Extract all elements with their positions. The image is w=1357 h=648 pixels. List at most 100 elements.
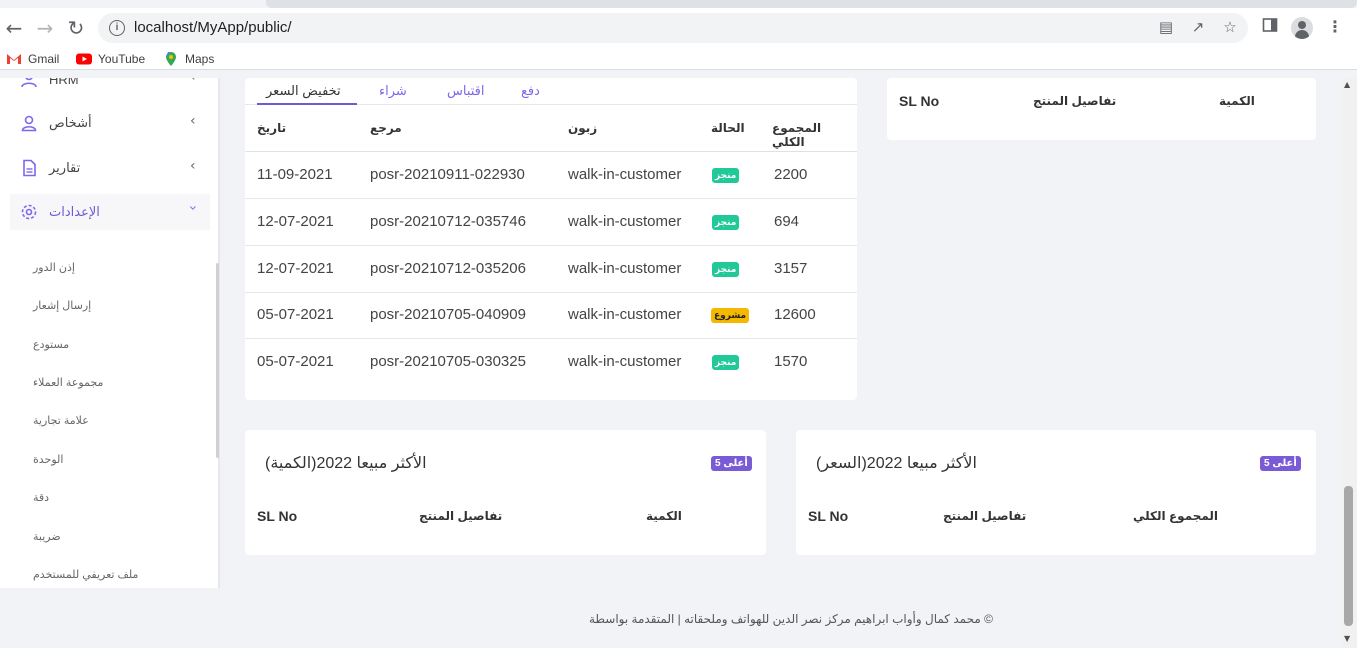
column-header-product-details: تفاصيل المنتج	[943, 509, 1027, 523]
tab-quotation[interactable]: اقتباس	[447, 83, 485, 99]
best-seller-quantity-card: الأكثر مبيعا 2022(الكمية) أعلى 5 SL No ت…	[245, 430, 766, 555]
top-five-badge: أعلى 5	[711, 456, 752, 471]
sidebar-item-label: الإعدادات	[49, 204, 100, 219]
bookmark-label: Gmail	[28, 52, 60, 66]
page-footer: محمد كمال وأواب ابراهيم مركز نصر الدين ل…	[589, 612, 993, 626]
cell-reference: posr-20210712-035746	[370, 213, 526, 230]
status-badge: منجز	[712, 168, 740, 183]
cell-grand-total: 1570	[774, 353, 808, 370]
scroll-down-arrow-icon[interactable]: ▼	[1344, 634, 1350, 643]
column-header-grand-total: المجموع الكلي	[1133, 509, 1219, 523]
tab-sale[interactable]: تخفيض السعر	[266, 83, 341, 99]
table-row: 12-07-2021 posr-20210712-035746 walk-in-…	[245, 199, 857, 246]
forward-arrow-icon[interactable]: →	[33, 16, 57, 40]
url-text[interactable]: localhost/MyApp/public/	[134, 19, 292, 36]
chevron-left-icon: ‹	[190, 158, 196, 174]
top-products-card: SL No تفاصيل المنتج الكمية	[887, 78, 1316, 140]
maps-icon	[166, 52, 176, 66]
cell-grand-total: 2200	[774, 166, 808, 183]
site-info-icon[interactable]: i	[109, 20, 125, 36]
column-header-quantity: الكمية	[1219, 94, 1255, 108]
back-arrow-icon[interactable]: ←	[2, 16, 26, 40]
submenu-item-customer-group[interactable]: مجموعة العملاء	[33, 376, 103, 389]
submenu-item-warehouse[interactable]: مستودع	[33, 338, 69, 351]
submenu-item-send-notification[interactable]: إرسال إشعار	[33, 299, 91, 312]
sidebar-item-people[interactable]: أشخاص ‹	[10, 105, 210, 141]
cell-customer: walk-in-customer	[568, 306, 682, 323]
user-icon	[21, 115, 37, 132]
sidebar-item-label: أشخاص	[49, 115, 92, 130]
scrollbar-thumb[interactable]	[1344, 486, 1353, 626]
cell-grand-total: 12600	[774, 306, 816, 323]
cell-customer: walk-in-customer	[568, 213, 682, 230]
cell-reference: posr-20210911-022930	[370, 166, 525, 183]
column-header-date: تاريخ	[257, 121, 287, 135]
share-icon[interactable]: ↗	[1188, 19, 1208, 37]
column-header-product-details: تفاصيل المنتج	[419, 509, 503, 523]
cell-customer: walk-in-customer	[568, 166, 682, 183]
status-badge: منجز	[712, 355, 740, 370]
scroll-up-arrow-icon[interactable]: ▲	[1344, 80, 1350, 89]
cell-customer: walk-in-customer	[568, 353, 682, 370]
gmail-icon	[7, 54, 21, 64]
sidebar-item-reports[interactable]: تقارير ‹	[10, 150, 210, 186]
cell-reference: posr-20210712-035206	[370, 260, 526, 277]
menu-kebab-icon[interactable]: ⋮	[1324, 17, 1346, 39]
page-scrollbar[interactable]: ▲ ▼	[1341, 78, 1357, 648]
translate-icon[interactable]: ▤	[1156, 19, 1176, 37]
table-row: 05-07-2021 posr-20210705-030325 walk-in-…	[245, 339, 857, 386]
column-header-sl-no: SL No	[808, 508, 849, 524]
cell-date: 12-07-2021	[257, 213, 334, 230]
card-title: الأكثر مبيعا 2022(الكمية)	[265, 455, 427, 472]
sidebar: HRM ‹ أشخاص ‹ تقارير ‹ الإعدادات ‹ إذن ا…	[0, 78, 220, 588]
cell-reference: posr-20210705-040909	[370, 306, 526, 323]
column-header-product-details: تفاصيل المنتج	[1033, 94, 1117, 108]
sidebar-item-settings[interactable]: الإعدادات ‹	[10, 194, 210, 230]
submenu-item-tax[interactable]: ضريبة	[33, 530, 61, 543]
column-header-status: الحالة	[711, 121, 745, 135]
column-header-sl-no: SL No	[257, 508, 298, 524]
bookmark-star-icon[interactable]: ☆	[1220, 19, 1240, 37]
status-badge: منجز	[712, 215, 740, 230]
cell-reference: posr-20210705-030325	[370, 353, 526, 370]
table-row: 12-07-2021 posr-20210712-035206 walk-in-…	[245, 246, 857, 293]
bookmark-maps[interactable]: Maps	[163, 51, 214, 67]
chevron-left-icon: ‹	[190, 78, 196, 85]
chevron-left-icon: ‹	[190, 113, 196, 129]
status-badge: مشروع	[711, 308, 750, 323]
cell-date: 05-07-2021	[257, 353, 334, 370]
bookmark-label: Maps	[185, 52, 215, 66]
best-seller-price-card: الأكثر مبيعا 2022(السعر) أعلى 5 SL No تف…	[796, 430, 1316, 555]
bookmark-label: YouTube	[98, 52, 146, 66]
tab-purchase[interactable]: شراء	[379, 83, 407, 99]
submenu-item-user-profile[interactable]: ملف تعريفي للمستخدم	[33, 568, 138, 581]
submenu-item-brand[interactable]: علامة تجارية	[33, 414, 89, 427]
active-tab-indicator	[257, 103, 357, 105]
table-row: 05-07-2021 posr-20210705-040909 walk-in-…	[245, 292, 857, 339]
submenu-item-precision[interactable]: دقة	[33, 491, 49, 504]
sidebar-scrollbar[interactable]	[216, 263, 219, 458]
bookmark-youtube[interactable]: YouTube	[76, 51, 145, 67]
cell-date: 05-07-2021	[257, 306, 334, 323]
tab-payment[interactable]: دفع	[521, 83, 540, 99]
side-panel-icon[interactable]	[1259, 17, 1281, 39]
card-title: الأكثر مبيعا 2022(السعر)	[816, 455, 977, 472]
cell-grand-total: 3157	[774, 260, 808, 277]
cell-date: 11-09-2021	[257, 166, 333, 183]
column-header-reference: مرجع	[370, 121, 402, 135]
sidebar-item-hrm[interactable]: HRM ‹	[10, 78, 210, 97]
browser-toolbar: ← → ↻ i localhost/MyApp/public/ ▤ ↗ ☆ ⋮	[0, 8, 1357, 48]
submenu-item-role-permission[interactable]: إذن الدور	[33, 261, 75, 274]
page-viewport: HRM ‹ أشخاص ‹ تقارير ‹ الإعدادات ‹ إذن ا…	[0, 78, 1357, 648]
profile-avatar-icon[interactable]	[1291, 17, 1313, 39]
sidebar-item-label: تقارير	[49, 160, 81, 175]
address-bar[interactable]: i localhost/MyApp/public/ ▤ ↗ ☆	[98, 13, 1248, 43]
table-row: 11-09-2021 posr-20210911-022930 walk-in-…	[245, 152, 857, 199]
submenu-item-unit[interactable]: الوحدة	[33, 453, 63, 466]
column-header-sl-no: SL No	[899, 93, 940, 109]
tab-strip	[266, 0, 1357, 8]
bookmark-gmail[interactable]: Gmail	[6, 51, 59, 67]
transactions-card: دفع اقتباس شراء تخفيض السعر تاريخ مرجع ز…	[245, 78, 857, 400]
sidebar-item-label: HRM	[49, 78, 79, 87]
reload-icon[interactable]: ↻	[64, 16, 88, 40]
